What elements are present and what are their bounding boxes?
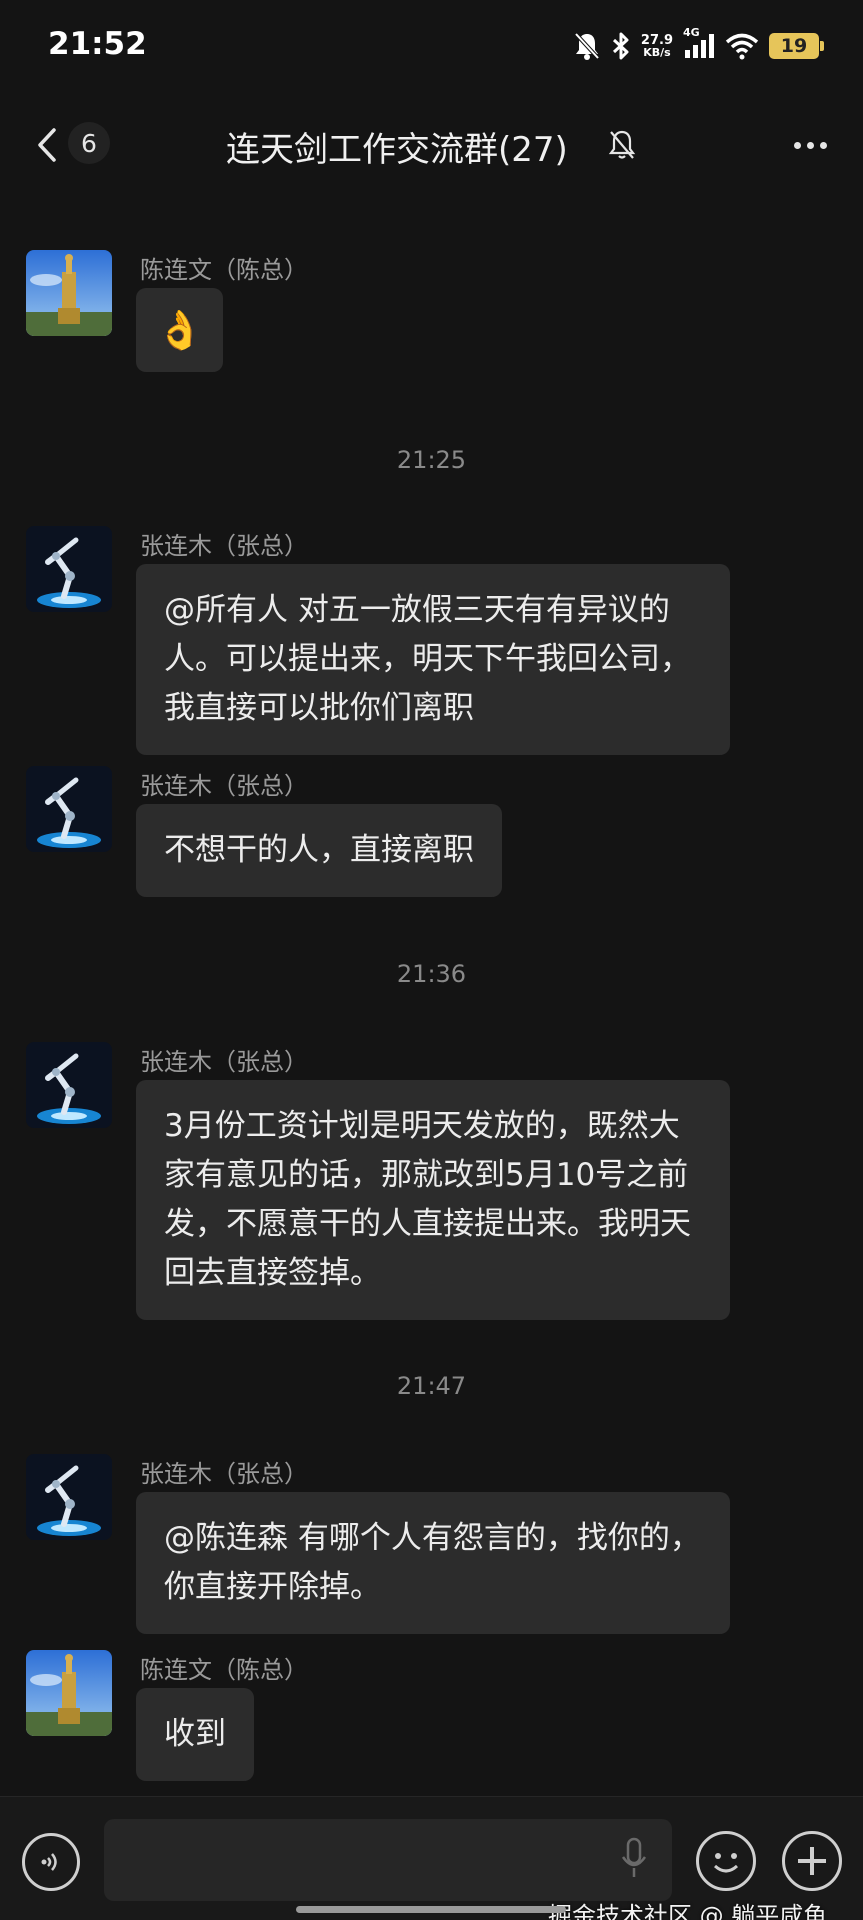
time-divider: 21:36 bbox=[396, 960, 467, 988]
message-text: 3月份工资计划是明天发放的，既然大家有意见的话，那就改到5月10号之前发，不愿意… bbox=[164, 1108, 691, 1291]
battery-icon: 19 bbox=[769, 33, 824, 59]
message-bubble[interactable]: @陈连森 有哪个人有怨言的，找你的，你直接开除掉。 bbox=[136, 1492, 730, 1634]
mute-notification-icon bbox=[573, 31, 601, 61]
emoji-button[interactable] bbox=[696, 1831, 756, 1891]
message-input[interactable] bbox=[104, 1819, 672, 1901]
more-dots-icon bbox=[793, 141, 801, 149]
sender-name: 张连木（张总） bbox=[140, 532, 308, 560]
message-bubble[interactable]: 收到 bbox=[136, 1688, 254, 1781]
status-icons: 27.9 KB/s 4G 19 bbox=[573, 26, 824, 64]
robot-arm-avatar[interactable] bbox=[26, 1042, 112, 1128]
emoji-icon bbox=[713, 1853, 739, 1873]
group-title[interactable]: 连天剑工作交流群(27) bbox=[226, 122, 568, 171]
plus-icon[interactable] bbox=[782, 1831, 842, 1891]
message-text: @所有人 对五一放假三天有有异议的人。可以提出来，明天下午我回公司，我直接可以批… bbox=[164, 592, 691, 726]
mic-icon[interactable] bbox=[620, 1837, 648, 1885]
chat-header: 6 连天剑工作交流群(27) bbox=[0, 100, 863, 190]
network-type: 4G bbox=[683, 26, 700, 39]
bluetooth-icon bbox=[611, 31, 631, 61]
more-options-button[interactable] bbox=[785, 122, 835, 168]
battery-level: 19 bbox=[780, 35, 808, 57]
message-text: 不想干的人，直接离职 bbox=[164, 832, 474, 868]
net-speed: 27.9 KB/s bbox=[641, 34, 673, 58]
wifi-icon bbox=[725, 32, 759, 60]
message-bubble[interactable]: 👌 bbox=[136, 288, 224, 372]
signal-icon: 4G bbox=[683, 26, 715, 60]
robot-arm-avatar[interactable] bbox=[26, 1454, 112, 1540]
message-bubble[interactable]: 不想干的人，直接离职 bbox=[136, 804, 502, 897]
monument-avatar[interactable] bbox=[26, 1650, 112, 1736]
voice-icon bbox=[41, 1853, 57, 1871]
time-divider: 21:47 bbox=[396, 1372, 467, 1400]
watermark: 掘金技术社区 @ 躺平咸鱼 bbox=[548, 1902, 828, 1920]
robot-arm-avatar[interactable] bbox=[26, 526, 112, 612]
sender-name: 陈连文（陈总） bbox=[140, 1656, 308, 1684]
message-text: @陈连森 有哪个人有怨言的，找你的，你直接开除掉。 bbox=[164, 1520, 701, 1605]
message-bubble[interactable]: @所有人 对五一放假三天有有异议的人。可以提出来，明天下午我回公司，我直接可以批… bbox=[136, 564, 730, 755]
sender-name: 张连木（张总） bbox=[140, 772, 308, 800]
message-text: 收到 bbox=[164, 1716, 226, 1752]
time-divider: 21:25 bbox=[396, 446, 467, 474]
robot-arm-avatar[interactable] bbox=[26, 766, 112, 852]
sender-name: 张连木（张总） bbox=[140, 1460, 308, 1488]
mute-bell-icon bbox=[604, 127, 640, 163]
status-bar: 21:52 27.9 KB/s 4G 19 bbox=[0, 0, 863, 90]
message-bubble[interactable]: 3月份工资计划是明天发放的，既然大家有意见的话，那就改到5月10号之前发，不愿意… bbox=[136, 1080, 730, 1320]
status-time: 21:52 bbox=[48, 26, 147, 62]
home-indicator[interactable] bbox=[296, 1906, 566, 1913]
monument-avatar[interactable] bbox=[26, 250, 112, 336]
net-speed-unit: KB/s bbox=[643, 46, 671, 59]
sender-name: 张连木（张总） bbox=[140, 1048, 308, 1076]
unread-count-badge[interactable]: 6 bbox=[68, 122, 110, 164]
ok-hand-emoji: 👌 bbox=[156, 308, 204, 352]
voice-button[interactable] bbox=[22, 1833, 80, 1891]
sender-name: 陈连文（陈总） bbox=[140, 256, 308, 284]
